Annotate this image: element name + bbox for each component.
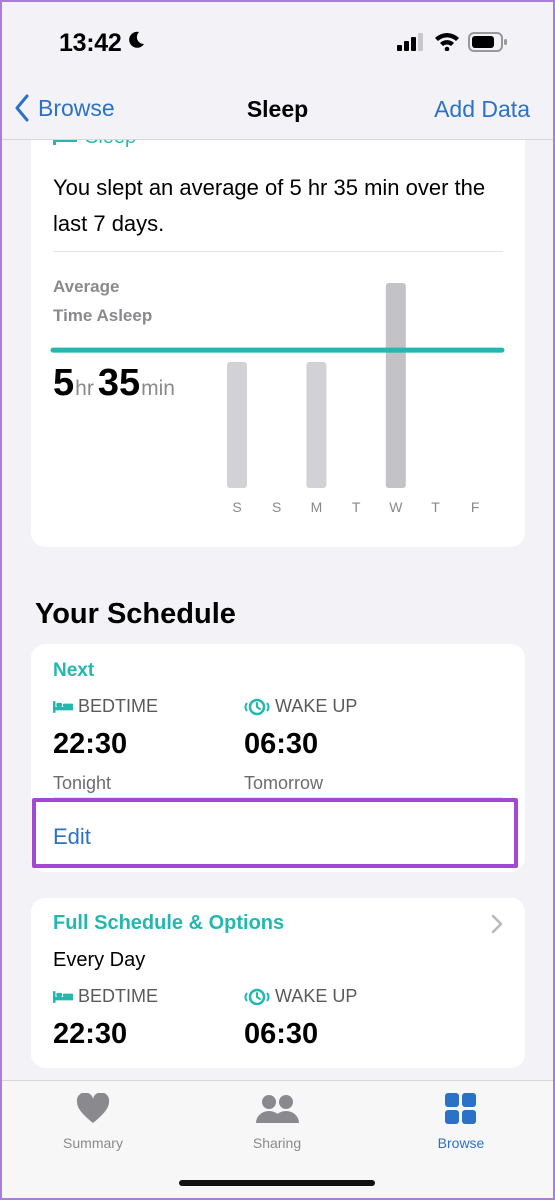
bedtime-label: BEDTIME <box>53 696 158 717</box>
bedtime-subtitle: Tonight <box>53 773 112 793</box>
sleep-summary-card[interactable]: Sleep You slept an average of 5 hr 35 mi… <box>31 100 525 547</box>
wakeup-label-text: WAKE UP <box>275 986 358 1006</box>
bedtime-label-text: BEDTIME <box>78 696 159 716</box>
tab-summary[interactable]: Summary <box>33 1091 153 1151</box>
chart-bar <box>306 362 327 488</box>
cellular-signal-icon <box>397 33 423 51</box>
tab-sharing[interactable]: Sharing <box>217 1091 337 1151</box>
chart-bar <box>227 362 247 488</box>
home-indicator <box>179 1180 375 1186</box>
schedule-frequency: Every Day <box>53 949 146 971</box>
bedtime-time: 22:30 <box>53 1018 128 1050</box>
status-bar: 13:42 <box>0 0 555 80</box>
chart-day-label: F <box>471 499 480 515</box>
full-schedule-title[interactable]: Full Schedule & Options <box>53 912 284 935</box>
wakeup-label: WAKE UP <box>244 986 357 1007</box>
chart-day-label: S <box>232 499 241 515</box>
alarm-clock-icon <box>244 698 270 715</box>
chart-day-label: W <box>389 499 403 515</box>
sleep-bar-chart: SSMTWTF <box>50 282 505 515</box>
chart-day-label: T <box>431 499 440 515</box>
wakeup-time: 06:30 <box>244 1018 319 1050</box>
tab-sharing-label: Sharing <box>252 1135 302 1151</box>
wakeup-label: WAKE UP <box>244 696 357 717</box>
grid-icon <box>445 1093 476 1124</box>
wakeup-time: 06:30 <box>244 728 319 760</box>
tab-browse[interactable]: Browse <box>401 1091 521 1151</box>
chart-day-label: M <box>311 499 323 515</box>
chart-bar <box>385 282 406 488</box>
bedtime-time: 22:30 <box>53 728 128 760</box>
nav-bar: Browse Sleep Add Data <box>0 80 555 140</box>
chart-day-label: T <box>352 499 361 515</box>
section-title: Your Schedule <box>35 598 236 630</box>
bedtime-label-text: BEDTIME <box>78 986 159 1006</box>
full-schedule-card[interactable]: Full Schedule & Options Every Day BEDTIM… <box>31 898 525 1068</box>
edit-highlight-box <box>32 798 518 868</box>
bed-icon <box>53 700 73 713</box>
status-time: 13:42 <box>59 29 122 57</box>
bed-icon <box>53 990 73 1003</box>
add-data-button[interactable]: Add Data <box>434 96 530 123</box>
alarm-clock-icon <box>244 988 270 1005</box>
battery-icon <box>468 32 507 52</box>
next-label: Next <box>53 660 95 681</box>
wifi-icon <box>435 33 459 51</box>
tab-browse-label: Browse <box>437 1135 485 1151</box>
chevron-right-icon <box>491 914 503 934</box>
tab-summary-label: Summary <box>63 1135 123 1151</box>
bedtime-label: BEDTIME <box>53 986 158 1007</box>
wakeup-label-text: WAKE UP <box>275 696 358 716</box>
chart-day-label: S <box>272 499 281 515</box>
heart-icon <box>76 1093 110 1123</box>
moon-icon <box>129 31 144 48</box>
wakeup-subtitle: Tomorrow <box>244 773 324 793</box>
people-icon <box>256 1095 299 1123</box>
